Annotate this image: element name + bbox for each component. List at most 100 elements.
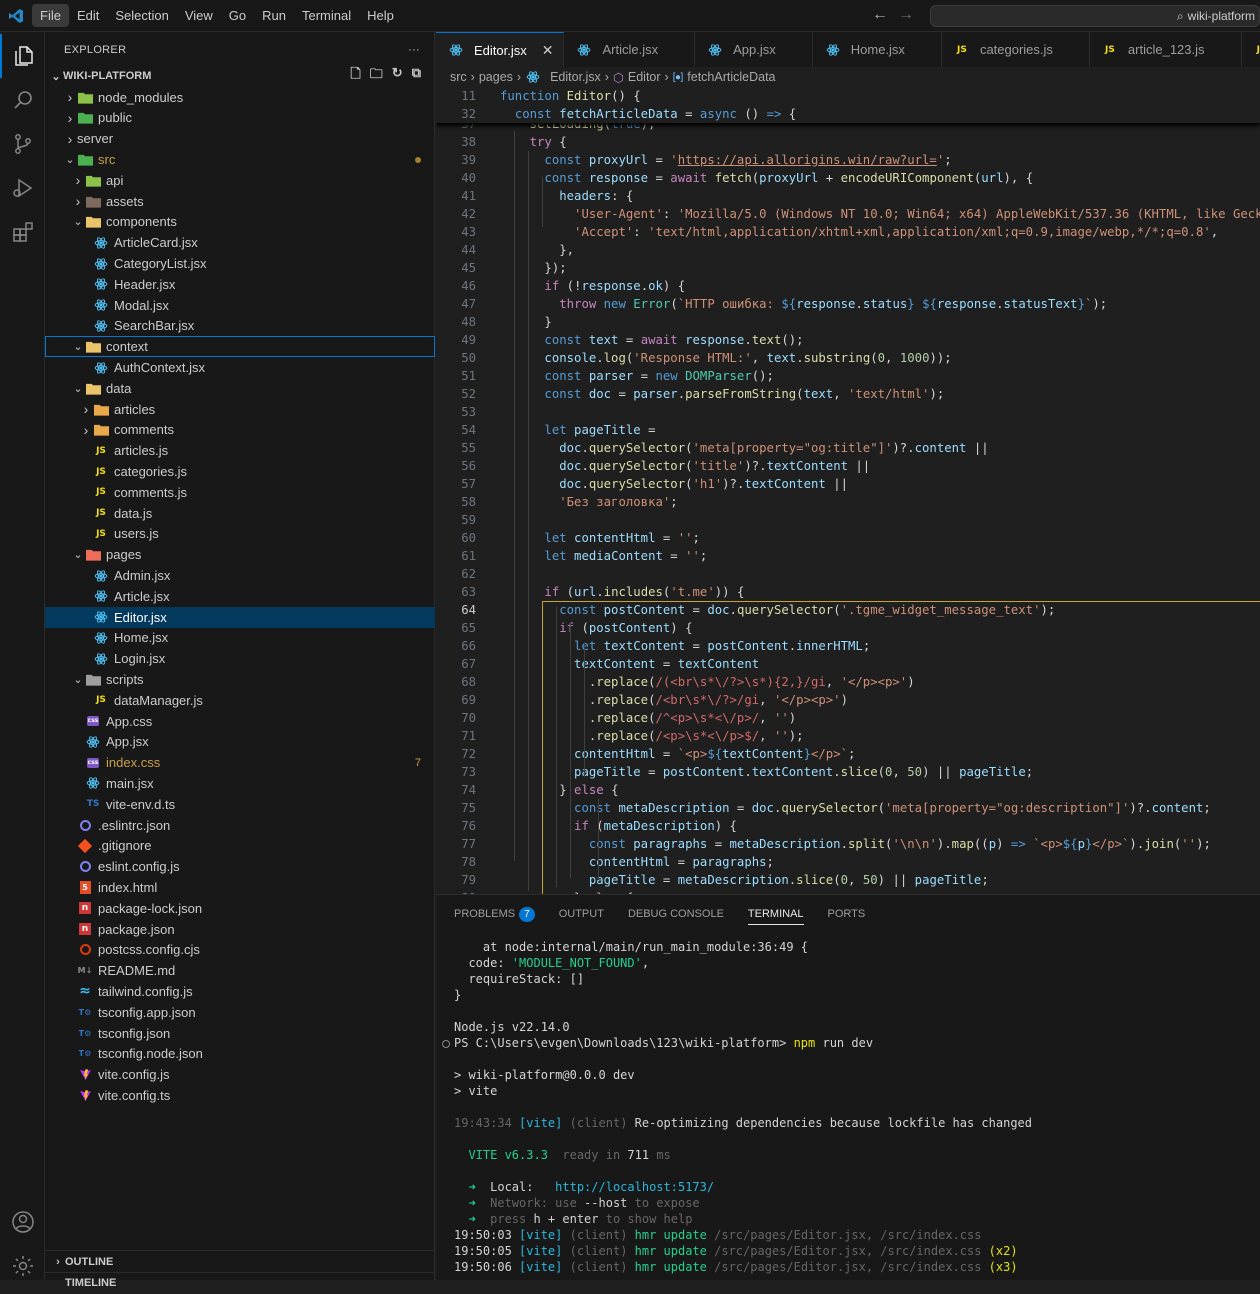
run-debug-icon[interactable]	[0, 166, 45, 210]
panel-tab-problems[interactable]: PROBLEMS 7	[454, 895, 535, 933]
refresh-icon[interactable]: ↻	[392, 65, 403, 87]
folder-item[interactable]: ⌄ context	[45, 336, 435, 358]
more-actions-icon[interactable]: ···	[408, 44, 420, 56]
terminal-output[interactable]: at node:internal/main/run_main_module:36…	[454, 939, 1032, 1275]
file-item[interactable]: SearchBar.jsx	[45, 316, 435, 337]
breadcrumb-item[interactable]: pages	[479, 70, 513, 84]
panel-tab-debug-console[interactable]: DEBUG CONSOLE	[628, 895, 724, 933]
folder-item[interactable]: ⌄ components	[45, 212, 435, 233]
extensions-icon[interactable]	[0, 210, 45, 254]
tab-article-jsx[interactable]: Article.jsx	[564, 32, 696, 67]
file-item[interactable]: Editor.jsx	[45, 606, 435, 628]
folder-item[interactable]: ⌄ scripts	[45, 669, 435, 690]
file-item[interactable]: css App.css	[45, 711, 435, 732]
react-icon	[85, 734, 101, 750]
file-item[interactable]: eslint.config.js	[45, 856, 435, 877]
breadcrumb-item[interactable]: fetchArticleData	[687, 70, 775, 84]
tab-article-123-js[interactable]: JS article_123.js	[1090, 32, 1242, 67]
tab-comment-789-js[interactable]: JScomment_789.js	[1242, 32, 1260, 67]
account-icon[interactable]	[0, 1200, 45, 1244]
file-item[interactable]: .eslintrc.json	[45, 815, 435, 836]
file-item[interactable]: JS comments.js	[45, 482, 435, 503]
menu-run[interactable]: Run	[254, 4, 294, 27]
folder-item[interactable]: › server	[45, 128, 435, 149]
file-item[interactable]: Modal.jsx	[45, 295, 435, 316]
file-item[interactable]: JS articles.js	[45, 440, 435, 461]
file-item[interactable]: n package-lock.json	[45, 898, 435, 919]
menu-selection[interactable]: Selection	[107, 4, 176, 27]
command-center-search[interactable]: ⌕ wiki-platform	[930, 5, 1260, 27]
new-folder-icon[interactable]: 🗀	[370, 65, 383, 87]
file-item[interactable]: AuthContext.jsx	[45, 357, 435, 378]
file-item[interactable]: Login.jsx	[45, 648, 435, 669]
menu-go[interactable]: Go	[221, 4, 254, 27]
menu-edit[interactable]: Edit	[69, 4, 107, 27]
file-item[interactable]: CategoryList.jsx	[45, 253, 435, 274]
source-control-icon[interactable]	[0, 122, 45, 166]
file-item[interactable]: Admin.jsx	[45, 565, 435, 586]
file-item[interactable]: T⚙ tsconfig.app.json	[45, 1002, 435, 1023]
file-item[interactable]: n package.json	[45, 919, 435, 940]
file-item[interactable]: JS data.js	[45, 503, 435, 524]
file-item[interactable]: JS dataManager.js	[45, 690, 435, 711]
file-item[interactable]: T⚙ tsconfig.node.json	[45, 1043, 435, 1064]
breadcrumb-item[interactable]: Editor.jsx	[550, 70, 601, 84]
panel-tab-ports[interactable]: PORTS	[828, 895, 866, 933]
timeline-section[interactable]: TIMELINE	[45, 1272, 435, 1294]
code-editor[interactable]: 37 setLoading(true); 38 try {39 const pro…	[436, 87, 1260, 894]
folder-item[interactable]: ⌄ data	[45, 378, 435, 399]
panel-tab-terminal[interactable]: TERMINAL	[747, 903, 804, 925]
forward-arrow-icon[interactable]: →	[898, 6, 914, 24]
file-item[interactable]: JS categories.js	[45, 461, 435, 482]
folder-item[interactable]: › node_modules	[45, 87, 435, 108]
code-text: contentHtml = `<p>${textContent}</p>`;	[574, 747, 856, 761]
tab-editor-jsx[interactable]: Editor.jsx ✕	[436, 32, 565, 67]
file-item[interactable]: ≈ tailwind.config.js	[45, 981, 435, 1002]
settings-gear-icon[interactable]	[0, 1244, 45, 1288]
explorer-icon[interactable]	[0, 34, 45, 78]
outline-section[interactable]: › OUTLINE	[45, 1250, 435, 1272]
breadcrumb-item[interactable]: src	[450, 70, 467, 84]
file-item[interactable]: JS users.js	[45, 524, 435, 545]
file-item[interactable]: vite.config.js	[45, 1064, 435, 1085]
tab-home-jsx[interactable]: Home.jsx	[813, 32, 942, 67]
new-file-icon[interactable]: 🗋	[350, 65, 360, 87]
tab-app-jsx[interactable]: App.jsx	[695, 32, 813, 67]
file-item[interactable]: Home.jsx	[45, 628, 435, 649]
line-number: 50	[461, 351, 476, 365]
file-item[interactable]: TS vite-env.d.ts	[45, 794, 435, 815]
menu-terminal[interactable]: Terminal	[294, 4, 359, 27]
file-item[interactable]: Article.jsx	[45, 586, 435, 607]
close-icon[interactable]: ✕	[542, 42, 554, 59]
file-item[interactable]: 5 index.html	[45, 877, 435, 898]
menu-help[interactable]: Help	[359, 4, 402, 27]
tab-categories-js[interactable]: JS categories.js	[942, 32, 1090, 67]
collapse-all-icon[interactable]: ⧉	[412, 65, 421, 87]
project-root[interactable]: ⌄ WIKI-PLATFORM 🗋 🗀 ↻ ⧉	[45, 65, 435, 87]
file-item[interactable]: .gitignore	[45, 835, 435, 856]
file-item[interactable]: ArticleCard.jsx	[45, 232, 435, 253]
menu-view[interactable]: View	[177, 4, 221, 27]
folder-item[interactable]: › assets	[45, 191, 435, 212]
file-item[interactable]: main.jsx	[45, 773, 435, 794]
file-item[interactable]: App.jsx	[45, 732, 435, 753]
code-line: 69 .replace(/<br\s*\/?>/gi, '</p><p>')	[436, 691, 1260, 709]
file-item[interactable]: vite.config.ts	[45, 1085, 435, 1106]
file-item[interactable]: css index.css 7	[45, 752, 435, 773]
folder-item[interactable]: › comments	[45, 420, 435, 441]
file-item[interactable]: Header.jsx	[45, 274, 435, 295]
folder-item[interactable]: ⌄ src	[45, 149, 435, 170]
folder-item[interactable]: › articles	[45, 399, 435, 420]
folder-item[interactable]: › api	[45, 170, 435, 191]
breadcrumb-item[interactable]: Editor	[628, 70, 661, 84]
panel-tab-output[interactable]: OUTPUT	[559, 895, 604, 933]
folder-item[interactable]: ⌄ pages	[45, 544, 435, 565]
code-line: 50 console.log('Response HTML:', text.su…	[436, 349, 1260, 367]
file-item[interactable]: M↓ README.md	[45, 960, 435, 981]
menu-file[interactable]: File	[32, 4, 69, 27]
folder-item[interactable]: › public	[45, 108, 435, 129]
back-arrow-icon[interactable]: ←	[872, 6, 888, 24]
search-icon[interactable]	[0, 78, 45, 122]
file-item[interactable]: postcss.config.cjs	[45, 939, 435, 960]
file-item[interactable]: T⚙ tsconfig.json	[45, 1023, 435, 1044]
